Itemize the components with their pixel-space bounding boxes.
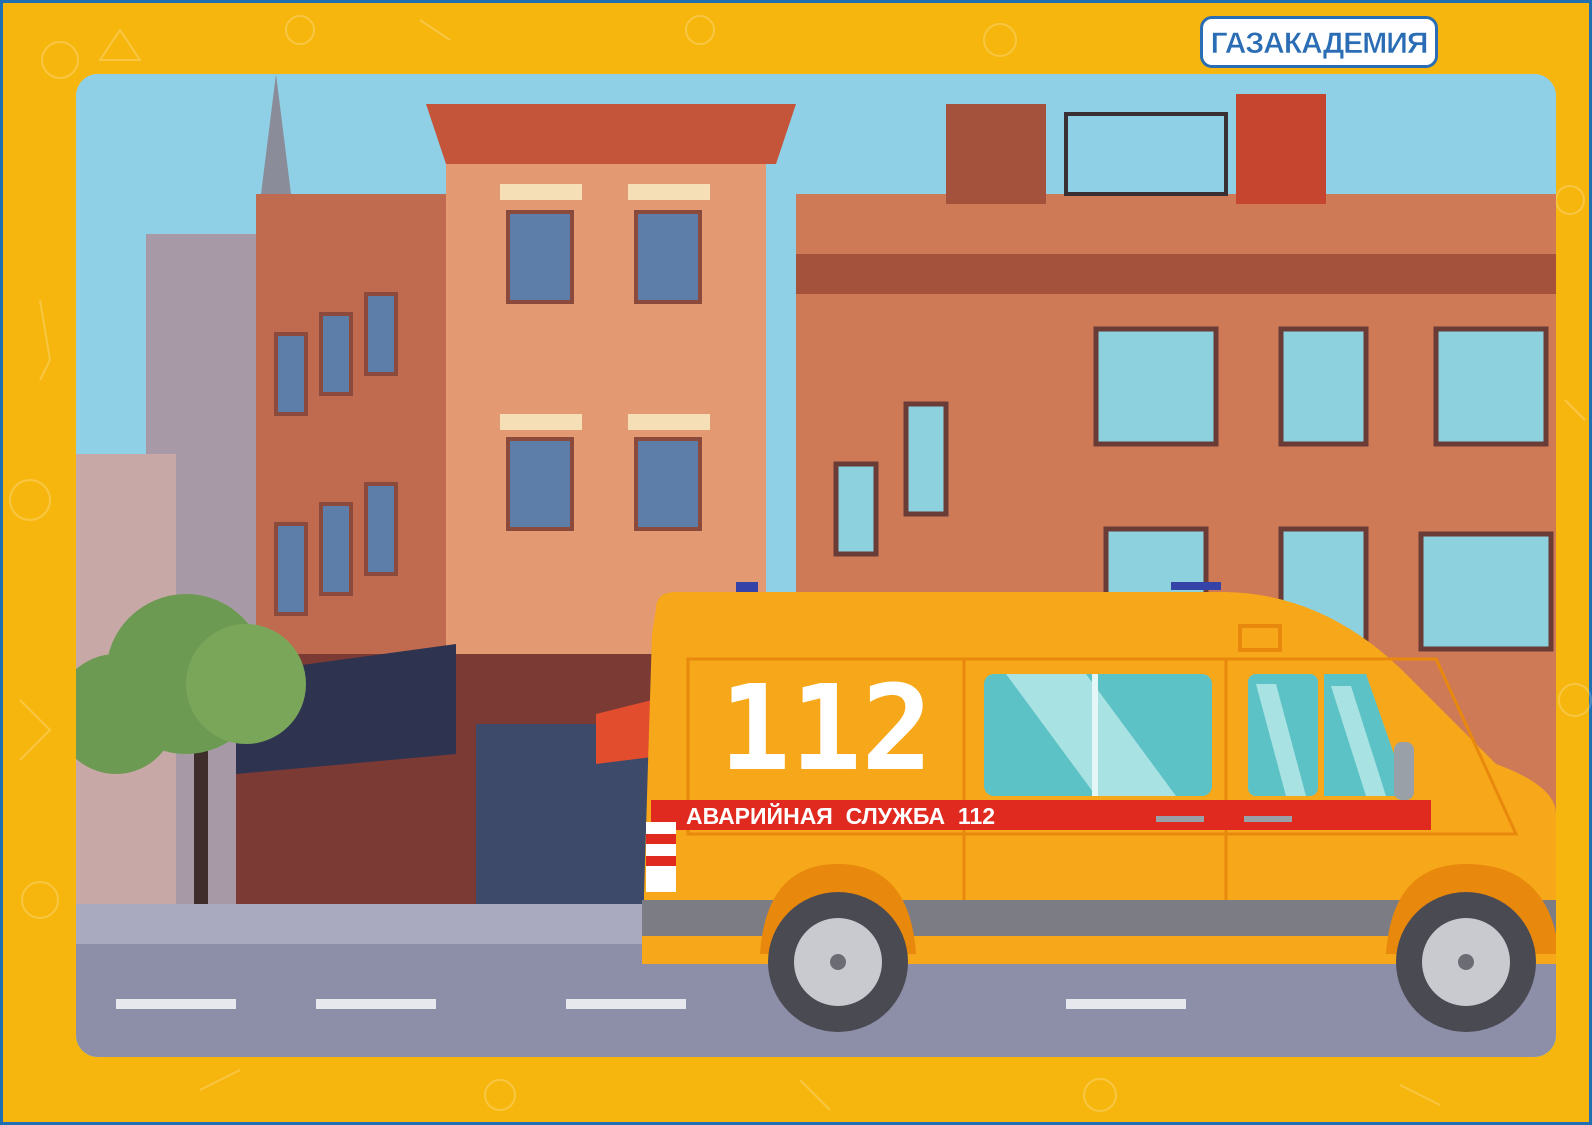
logo-wordmark: ГАЗАКАДЕМИЯ [1210,27,1428,61]
rear-wheel [768,892,908,1032]
van-stripe-text: АВАРИЙНАЯ СЛУЖБА 112 [686,802,995,829]
street-scene: 112 АВАРИЙНАЯ СЛУЖБА 112 [76,74,1556,1057]
gazakademia-logo: ГАЗАКАДЕМИЯ [1200,16,1438,68]
svg-text:ГАЗАКАДЕМИЯ: ГАЗАКАДЕМИЯ [1211,27,1428,60]
van-number: 112 [719,659,932,797]
front-wheel [1396,892,1536,1032]
street-illustration: 112 АВАРИЙНАЯ СЛУЖБА 112 [76,74,1556,1057]
